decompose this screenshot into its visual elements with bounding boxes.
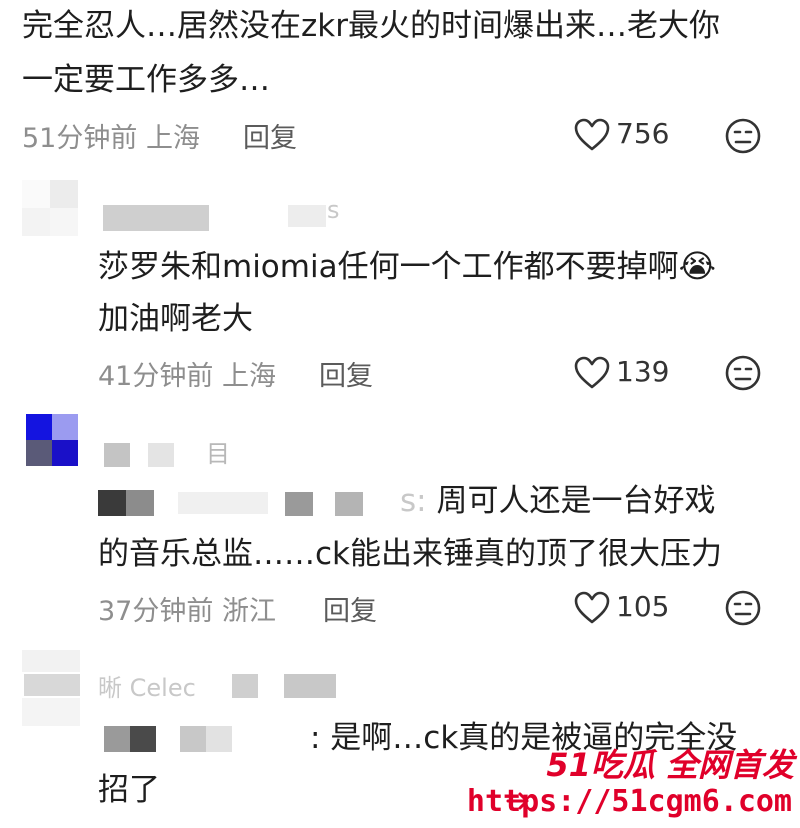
comment-2-text-line-2: 加油啊老大 — [98, 301, 253, 337]
username-partial: 目 — [206, 440, 230, 468]
username-blurred-2 — [148, 443, 174, 467]
comment-1-text-line-2: 一定要工作多多… — [22, 62, 270, 98]
reply-to-username-blurred — [104, 726, 156, 752]
comment-4-text-line-2: 招了 — [98, 772, 160, 808]
reply-to-username-blurred-4 — [335, 492, 363, 516]
comment-2-meta: 41分钟前 上海 — [98, 354, 276, 393]
comment-3-meta: 37分钟前 浙江 — [98, 589, 276, 628]
comment-1-like-count: 756 — [616, 117, 670, 150]
heart-icon[interactable] — [574, 591, 610, 625]
comment-3-reply-button[interactable]: 回复 — [323, 589, 377, 628]
comment-1-text-line-1: 完全忍人…居然没在zkr最火的时间爆出来…老大你 — [22, 8, 720, 44]
username-partial: 晰 Celec — [98, 674, 196, 702]
username-blurred — [103, 205, 209, 231]
username-blurred — [104, 443, 130, 467]
comment-time: 51分钟前 — [22, 123, 138, 154]
username-partial: s — [327, 196, 340, 224]
avatar[interactable] — [26, 414, 78, 466]
reply-to-username-blurred-2 — [178, 492, 268, 514]
comment-text: 莎罗朱和miomia任何一个工作都不要掉啊 — [98, 249, 679, 285]
dislike-face-icon[interactable] — [724, 354, 762, 392]
avatar[interactable] — [22, 650, 80, 726]
reply-to-username-blurred-2 — [180, 726, 232, 752]
comment-1-meta: 51分钟前 上海 — [22, 116, 200, 155]
dislike-face-icon[interactable] — [724, 589, 762, 627]
username-blurred-2 — [284, 674, 336, 698]
comment-location: 上海 — [145, 123, 200, 154]
reply-to-username-blurred — [98, 490, 154, 516]
comment-1-reply-button[interactable]: 回复 — [243, 116, 297, 155]
reply-prefix: s: — [400, 483, 427, 519]
comment-2-reply-button[interactable]: 回复 — [319, 354, 373, 393]
comment-3-like-count: 105 — [616, 590, 670, 623]
reply-to-username-blurred-3 — [285, 492, 313, 516]
comment-location: 上海 — [221, 361, 276, 392]
avatar[interactable] — [22, 180, 78, 238]
comment-3-text-line-2: 的音乐总监……ck能出来锤真的顶了很大压力 — [98, 536, 722, 572]
dislike-face-icon[interactable] — [724, 117, 762, 155]
comment-time: 37分钟前 — [98, 596, 214, 627]
comment-2-like-count: 139 — [616, 355, 670, 388]
username-blurred — [232, 674, 258, 698]
comment-3-text-line-1: s: 周可人还是一台好戏 — [400, 477, 715, 525]
heart-icon[interactable] — [574, 118, 610, 152]
watermark-url: https://51cgm6.com — [466, 784, 792, 819]
heart-icon[interactable] — [574, 356, 610, 390]
comment-text: 周可人还是一台好戏 — [436, 483, 716, 519]
crying-emoji-icon: 😭 — [678, 247, 716, 285]
watermark-brand: 51吃瓜 全网首发 — [546, 746, 794, 784]
comment-location: 浙江 — [221, 596, 276, 627]
comment-time: 41分钟前 — [98, 361, 214, 392]
username-blurred-2 — [288, 205, 326, 227]
comment-2-text-line-1: 莎罗朱和miomia任何一个工作都不要掉啊😭 — [98, 242, 716, 291]
